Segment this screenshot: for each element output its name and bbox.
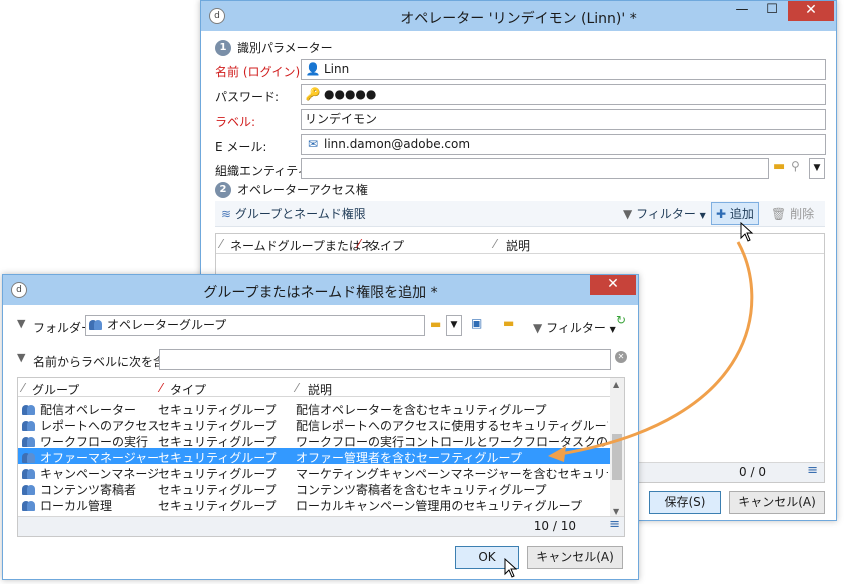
column-resize-icon: ⁄: [494, 237, 497, 251]
org-entity-label: 組織エンティティ:: [215, 164, 314, 178]
group-icon: [22, 499, 36, 511]
column-resize-icon: ⁄: [22, 381, 25, 395]
section-access-rights: 2 オペレーターアクセス権: [215, 181, 368, 198]
column-header-desc[interactable]: 説明: [506, 237, 530, 254]
magnifier-icon[interactable]: ⚲: [791, 159, 800, 173]
chevron-down-icon: ▼: [609, 325, 616, 334]
user-icon: 👤: [305, 62, 321, 76]
group-icon: [22, 451, 36, 463]
section-number: 2: [215, 181, 231, 198]
key-icon: 🔑: [305, 87, 321, 101]
save-button[interactable]: 保存(S): [649, 491, 721, 514]
label-field[interactable]: リンデイモン: [301, 109, 826, 130]
folder-icon[interactable]: ▬: [430, 317, 441, 331]
table-row[interactable]: コンテンツ寄稿者 セキュリティグループ コンテンツ寄稿者を含むセキュリティグルー…: [18, 480, 610, 497]
login-field[interactable]: 👤 Linn: [301, 59, 826, 80]
label-label: ラベル:: [215, 115, 256, 129]
mouse-cursor-icon: [504, 558, 518, 578]
group-icon: [22, 467, 36, 479]
dialog-titlebar: d グループまたはネームド権限を追加 * ✕: [3, 275, 638, 305]
password-label: パスワード:: [215, 90, 280, 104]
access-grid-header: ⁄ ネームドグループまたはネ... ⁄ タイプ ⁄ 説明: [216, 234, 824, 254]
group-icon: [22, 435, 36, 447]
table-row[interactable]: ワークフローの実行 セキュリティグループ ワークフローの実行コントロールとワーク…: [18, 432, 610, 449]
trash-icon: 🗑: [771, 207, 787, 221]
database-icon: ≋: [221, 207, 232, 221]
minimize-button[interactable]: —: [728, 1, 756, 21]
column-resize-icon: ⁄: [220, 237, 223, 251]
close-button[interactable]: ✕: [788, 1, 834, 21]
group-icon: [22, 419, 36, 431]
dialog-title: グループまたはネームド権限を追加 *: [203, 285, 438, 301]
group-grid-header: ⁄ グループ ⁄ タイプ ⁄ 説明: [18, 378, 624, 397]
group-icon: [22, 483, 36, 495]
group-icon: [89, 318, 103, 330]
section-number: 1: [215, 39, 231, 56]
scroll-thumb[interactable]: [612, 434, 622, 480]
section-label: 識別パラメーター: [237, 41, 333, 55]
close-button[interactable]: ✕: [590, 275, 636, 295]
folder-dropdown-button[interactable]: ▼: [446, 315, 462, 336]
open-folder-icon[interactable]: ▬: [503, 316, 514, 330]
cancel-button[interactable]: キャンセル(A): [527, 546, 623, 569]
cancel-button[interactable]: キャンセル(A): [729, 491, 825, 514]
access-toolbar: ≋ グループとネームド権限 ▼ フィルター ▼ ✚ 追加 🗑 削除: [215, 201, 825, 227]
add-group-icon: ✚: [716, 207, 727, 221]
clear-icon[interactable]: ✕: [615, 351, 627, 363]
new-folder-icon[interactable]: ▣: [471, 316, 482, 330]
table-row[interactable]: レポートへのアクセス セキュリティグループ 配信レポートへのアクセスに使用するセ…: [18, 416, 610, 433]
table-row[interactable]: 配信オペレーター セキュリティグループ 配信オペレーターを含むセキュリティグルー…: [18, 400, 610, 417]
groups-named-rights-link[interactable]: ≋ グループとネームド権限: [221, 205, 366, 222]
section-label: オペレーターアクセス権: [237, 183, 368, 197]
email-field[interactable]: ✉ linn.damon@adobe.com: [301, 134, 826, 155]
funnel-icon: ▼: [623, 207, 633, 221]
column-header-type[interactable]: タイプ: [368, 237, 404, 254]
filter-button[interactable]: ▼ フィルター ▼: [623, 205, 706, 222]
column-header-desc[interactable]: 説明: [308, 381, 332, 398]
folder-icon[interactable]: ▬: [773, 159, 785, 174]
table-row-selected[interactable]: オファーマネージャー セキュリティグループ オファー管理者を含むセーフティグルー…: [18, 448, 610, 465]
folder-field[interactable]: オペレーターグループ: [85, 315, 425, 336]
add-group-dialog: d グループまたはネームド権限を追加 * ✕ ▼ フォルダー: オペレーターグル…: [2, 274, 639, 580]
group-grid-footer: 10 / 10 ≡: [18, 516, 624, 536]
table-row[interactable]: ローカル管理 セキュリティグループ ローカルキャンペーン管理用のセキュリティグル…: [18, 496, 610, 513]
column-header-type[interactable]: タイプ: [170, 381, 206, 398]
funnel-icon: ▼: [17, 317, 26, 330]
group-grid: ⁄ グループ ⁄ タイプ ⁄ 説明 配信オペレーター セキュリティグループ 配信…: [17, 377, 625, 537]
section-identification: 1 識別パラメーター: [215, 39, 333, 56]
search-input[interactable]: [159, 349, 611, 370]
column-header-group[interactable]: ネームドグループまたはネ...: [230, 237, 384, 254]
login-label: 名前 (ログイン):: [215, 65, 305, 79]
list-menu-icon[interactable]: ≡: [807, 463, 818, 478]
column-header-group[interactable]: グループ: [32, 381, 79, 398]
operator-titlebar: d オペレーター 'リンデイモン (Linn)' * — ☐ ✕: [201, 1, 836, 31]
vertical-scrollbar[interactable]: ▲ ▼: [610, 378, 624, 518]
scroll-down-icon[interactable]: ▼: [613, 507, 619, 516]
record-count: 10 / 10: [533, 519, 576, 533]
funnel-icon: ▼: [533, 321, 543, 335]
table-row[interactable]: キャンペーンマネージャー セキュリティグループ マーケティングキャンペーンマネー…: [18, 464, 610, 481]
delete-button[interactable]: 🗑 削除: [771, 205, 814, 222]
funnel-icon: ▼: [17, 351, 26, 364]
filter-button[interactable]: ▼ フィルター ▼: [533, 319, 616, 336]
password-field[interactable]: 🔑 ●●●●●: [301, 84, 826, 105]
scroll-up-icon[interactable]: ▲: [613, 380, 619, 389]
refresh-icon[interactable]: ↻: [616, 313, 626, 327]
email-label: E メール:: [215, 140, 267, 154]
chevron-down-icon: ▼: [699, 211, 706, 220]
list-menu-icon[interactable]: ≡: [609, 517, 620, 532]
mouse-cursor-icon: [740, 222, 754, 242]
org-dropdown-button[interactable]: ▼: [809, 158, 825, 179]
group-icon: [22, 403, 36, 415]
record-count: 0 / 0: [739, 465, 766, 479]
org-entity-field[interactable]: [301, 158, 769, 179]
maximize-button[interactable]: ☐: [758, 1, 786, 21]
envelope-icon: ✉: [307, 137, 319, 151]
sort-icon: ⁄: [160, 381, 163, 395]
column-resize-icon: ⁄: [296, 381, 299, 395]
sort-icon: ⁄: [358, 237, 361, 251]
